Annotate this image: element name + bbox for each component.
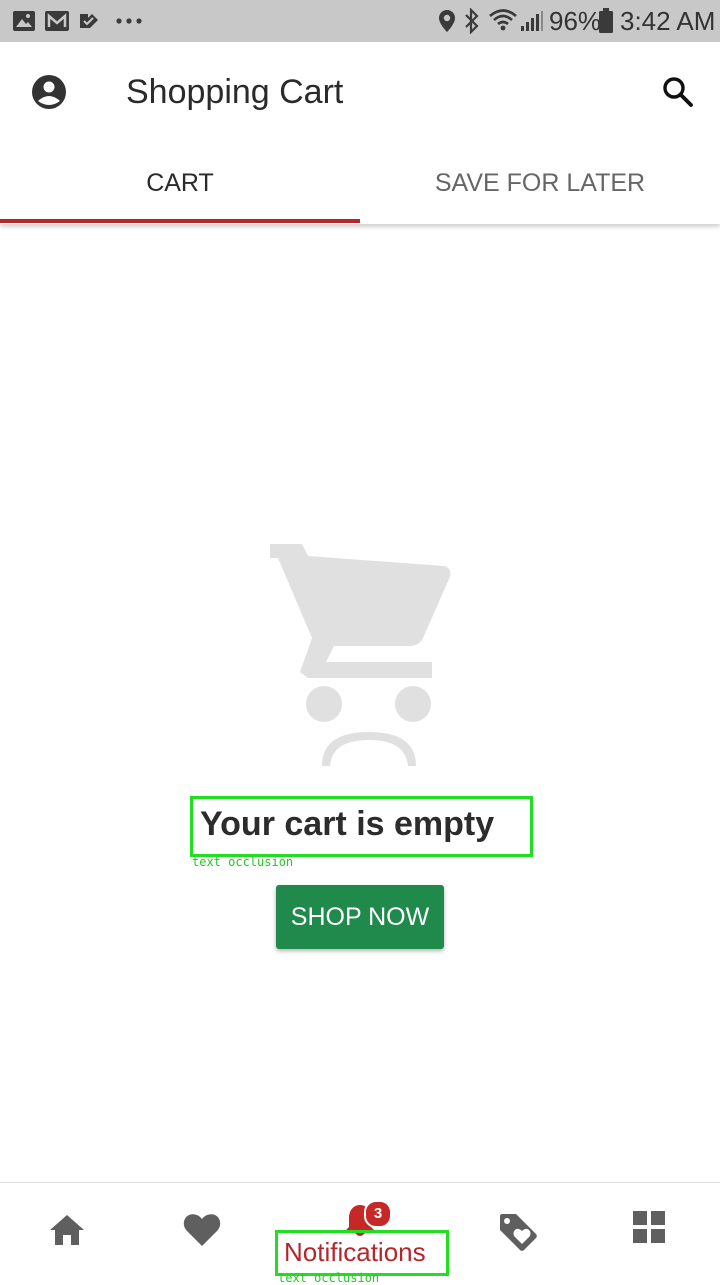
- gmail-icon: [45, 11, 69, 31]
- battery-icon: [599, 8, 613, 33]
- tab-indicator: [0, 219, 360, 223]
- occlusion-box-title: [190, 796, 533, 857]
- page-title: Shopping Cart: [126, 73, 344, 111]
- tag-heart-icon[interactable]: [498, 1212, 538, 1252]
- search-icon[interactable]: [662, 76, 694, 108]
- tab-save-for-later[interactable]: SAVE FOR LATER: [360, 165, 720, 201]
- account-circle-icon[interactable]: [31, 74, 67, 110]
- sad-cart-icon: [270, 544, 451, 766]
- grid-icon[interactable]: [632, 1210, 666, 1244]
- tasks-icon: [80, 14, 98, 28]
- app-bar: [0, 42, 720, 142]
- battery-percent: 96%: [549, 6, 602, 36]
- bluetooth-icon: [465, 8, 479, 34]
- signal-icon: [521, 11, 543, 31]
- tab-cart[interactable]: CART: [0, 165, 360, 201]
- location-icon: [439, 10, 455, 32]
- shop-now-button[interactable]: SHOP NOW: [276, 885, 444, 949]
- occlusion-label-nav: text occlusion: [278, 1271, 380, 1285]
- home-icon[interactable]: [49, 1214, 85, 1246]
- heart-icon[interactable]: [183, 1213, 221, 1247]
- more-dots-icon: [116, 18, 142, 24]
- status-time: 3:42 AM: [620, 6, 716, 36]
- wifi-icon: [489, 9, 517, 31]
- occlusion-label-title: text occlusion: [192, 855, 294, 869]
- notification-badge: 3: [364, 1200, 392, 1228]
- gallery-icon: [13, 11, 35, 31]
- occlusion-box-nav: [275, 1230, 449, 1276]
